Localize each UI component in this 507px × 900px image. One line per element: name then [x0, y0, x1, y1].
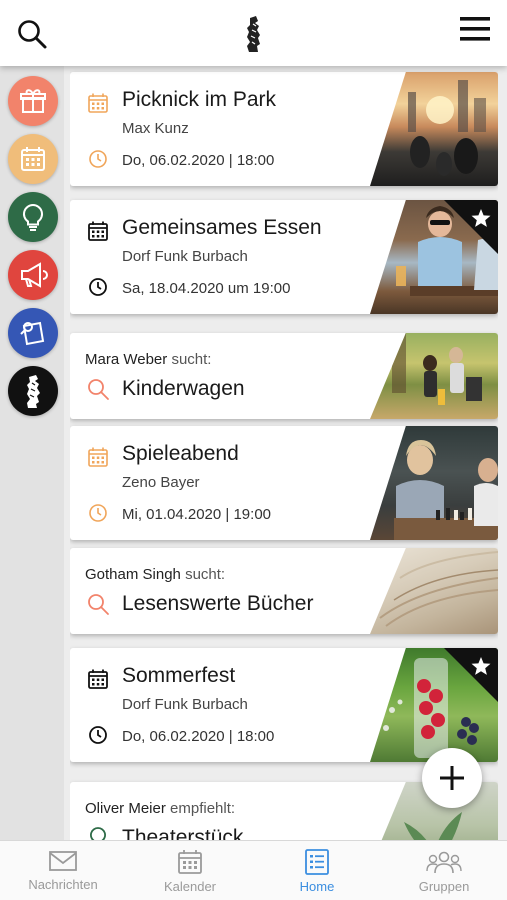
- home-list-icon: [305, 849, 329, 875]
- event-title: Gemeinsames Essen: [122, 216, 322, 239]
- bottom-navigation: Nachrichten Kalender Home Gruppen: [0, 840, 507, 900]
- nav-nachrichten[interactable]: Nachrichten: [0, 841, 126, 900]
- nav-gruppen[interactable]: Gruppen: [381, 841, 507, 900]
- home-feed: Picknick im Park Max Kunz Do, 06.02.2020…: [70, 66, 498, 840]
- search-notes-category-button[interactable]: [8, 308, 58, 358]
- event-title: Picknick im Park: [122, 88, 277, 111]
- envelope-icon: [49, 851, 77, 871]
- author-name: Gotham Singh: [85, 566, 181, 583]
- search-note-icon: [20, 321, 45, 346]
- group-icon: [426, 851, 462, 874]
- nav-kalender[interactable]: Kalender: [127, 841, 253, 900]
- lightbulb-icon: [22, 203, 44, 231]
- event-organizer: Dorf Funk Burbach: [122, 696, 248, 713]
- magnifier-icon: [88, 594, 109, 615]
- search-icon[interactable]: [16, 18, 48, 50]
- dorf-funk-category-button[interactable]: [8, 366, 58, 416]
- hamburger-menu-icon[interactable]: [458, 14, 492, 44]
- nav-label: Nachrichten: [28, 877, 98, 892]
- event-card[interactable]: Sommerfest Dorf Funk Burbach Do, 06.02.2…: [70, 648, 498, 762]
- search-author: Gotham Singh sucht:: [85, 566, 225, 583]
- search-card[interactable]: Gotham Singh sucht: Lesenswerte Bücher: [70, 548, 498, 634]
- search-title: Lesenswerte Bücher: [122, 592, 314, 615]
- nav-label: Gruppen: [418, 879, 470, 894]
- magnifier-icon: [88, 379, 109, 400]
- lightbulb-icon: [90, 827, 106, 840]
- recommendation-title: Theaterstück: [122, 826, 244, 840]
- calendar-icon: [178, 850, 202, 874]
- event-card[interactable]: Spieleabend Zeno Bayer Mi, 01.04.2020 | …: [70, 426, 498, 540]
- nav-label: Home: [299, 879, 335, 894]
- calendar-category-button[interactable]: [8, 134, 58, 184]
- category-sidebar: [0, 66, 64, 840]
- author-name: Oliver Meier: [85, 800, 166, 817]
- dorf-funk-logo: [27, 375, 40, 408]
- gift-category-button[interactable]: [8, 76, 58, 126]
- clock-icon: [89, 150, 107, 168]
- event-image: [370, 72, 498, 186]
- event-organizer: Max Kunz: [122, 120, 189, 137]
- event-card[interactable]: Gemeinsames Essen Dorf Funk Burbach Sa, …: [70, 200, 498, 314]
- plus-icon: [440, 766, 464, 790]
- announcements-category-button[interactable]: [8, 250, 58, 300]
- clock-icon: [89, 504, 107, 522]
- event-title: Sommerfest: [122, 664, 236, 687]
- event-image: [370, 426, 498, 540]
- author-verb: sucht:: [185, 566, 226, 583]
- search-card[interactable]: Mara Weber sucht: Kinderwagen: [70, 333, 498, 419]
- event-organizer: Zeno Bayer: [122, 474, 200, 491]
- search-author: Mara Weber sucht:: [85, 351, 211, 368]
- search-image: [370, 333, 498, 419]
- event-date: Sa, 18.04.2020 um 19:00: [122, 280, 291, 297]
- clock-icon: [89, 726, 107, 744]
- village-logo[interactable]: [236, 14, 272, 54]
- favorite-star-icon[interactable]: [444, 648, 498, 702]
- event-date: Do, 06.02.2020 | 18:00: [122, 728, 275, 745]
- ideas-category-button[interactable]: [8, 192, 58, 242]
- event-organizer: Dorf Funk Burbach: [122, 248, 248, 265]
- event-date: Mi, 01.04.2020 | 19:00: [122, 506, 272, 523]
- event-card[interactable]: Picknick im Park Max Kunz Do, 06.02.2020…: [70, 72, 498, 186]
- megaphone-icon: [21, 262, 48, 288]
- nav-label: Kalender: [163, 879, 217, 894]
- search-title: Kinderwagen: [122, 377, 245, 400]
- add-button[interactable]: [422, 748, 482, 808]
- event-date: Do, 06.02.2020 | 18:00: [122, 152, 275, 169]
- calendar-icon: [88, 669, 108, 689]
- calendar-icon: [21, 147, 45, 171]
- gift-icon: [20, 89, 46, 113]
- top-bar: [0, 0, 507, 66]
- author-name: Mara Weber: [85, 351, 168, 368]
- search-image: [370, 548, 498, 634]
- calendar-icon: [88, 447, 108, 467]
- calendar-icon: [88, 93, 108, 113]
- favorite-star-icon[interactable]: [444, 200, 498, 254]
- calendar-icon: [88, 221, 108, 241]
- author-verb: sucht:: [171, 351, 212, 368]
- clock-icon: [89, 278, 107, 296]
- event-title: Spieleabend: [122, 442, 239, 465]
- nav-home[interactable]: Home: [254, 841, 380, 900]
- author-verb: empfiehlt:: [170, 800, 236, 817]
- recommendation-author: Oliver Meier empfiehlt:: [85, 800, 235, 817]
